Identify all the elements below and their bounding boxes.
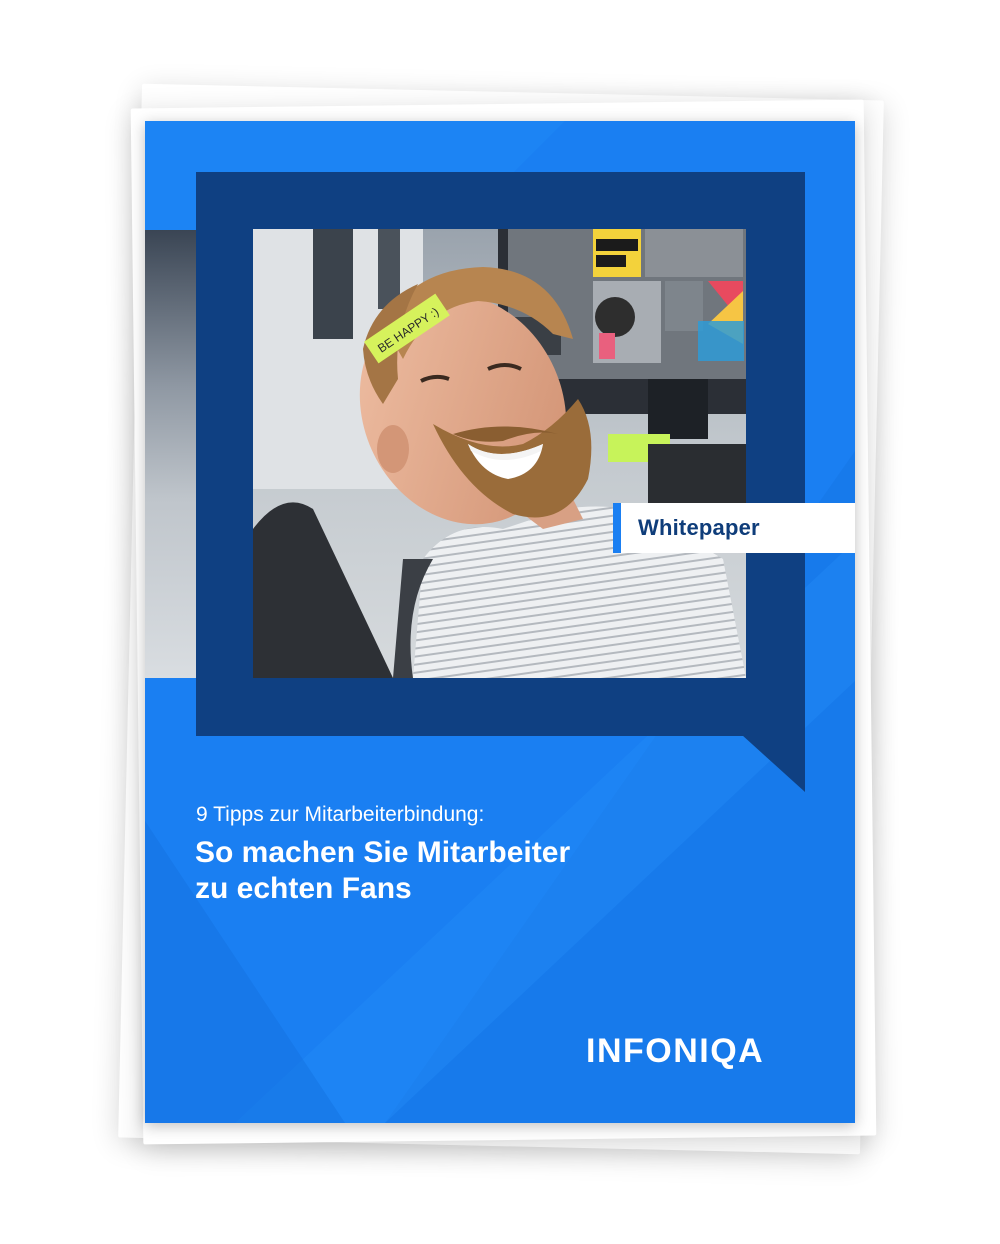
smiling-man-photo: BE HAPPY :): [253, 229, 746, 678]
badge-label: Whitepaper: [638, 515, 760, 540]
badge-accent-bar: [613, 503, 621, 553]
photo-edge: [145, 230, 197, 678]
whitepaper-cover: BE HAPPY :) Whitepaper 9 Tipps zur Mitar…: [145, 121, 855, 1123]
brand-logo: INFONIQA: [586, 1032, 765, 1070]
cover-title-line: So machen Sie Mitarbeiter: [195, 836, 571, 869]
cover-photo: BE HAPPY :): [253, 229, 746, 678]
stage: BE HAPPY :) Whitepaper 9 Tipps zur Mitar…: [0, 0, 1000, 1244]
cover-subtitle: 9 Tipps zur Mitarbeiterbindung:: [196, 803, 485, 826]
whitepaper-badge: Whitepaper: [613, 503, 855, 553]
speech-bubble-tail: [742, 735, 805, 792]
cover-title-line: zu echten Fans: [195, 872, 412, 905]
cover-title: So machen Sie Mitarbeiter zu echten Fans: [195, 835, 570, 907]
